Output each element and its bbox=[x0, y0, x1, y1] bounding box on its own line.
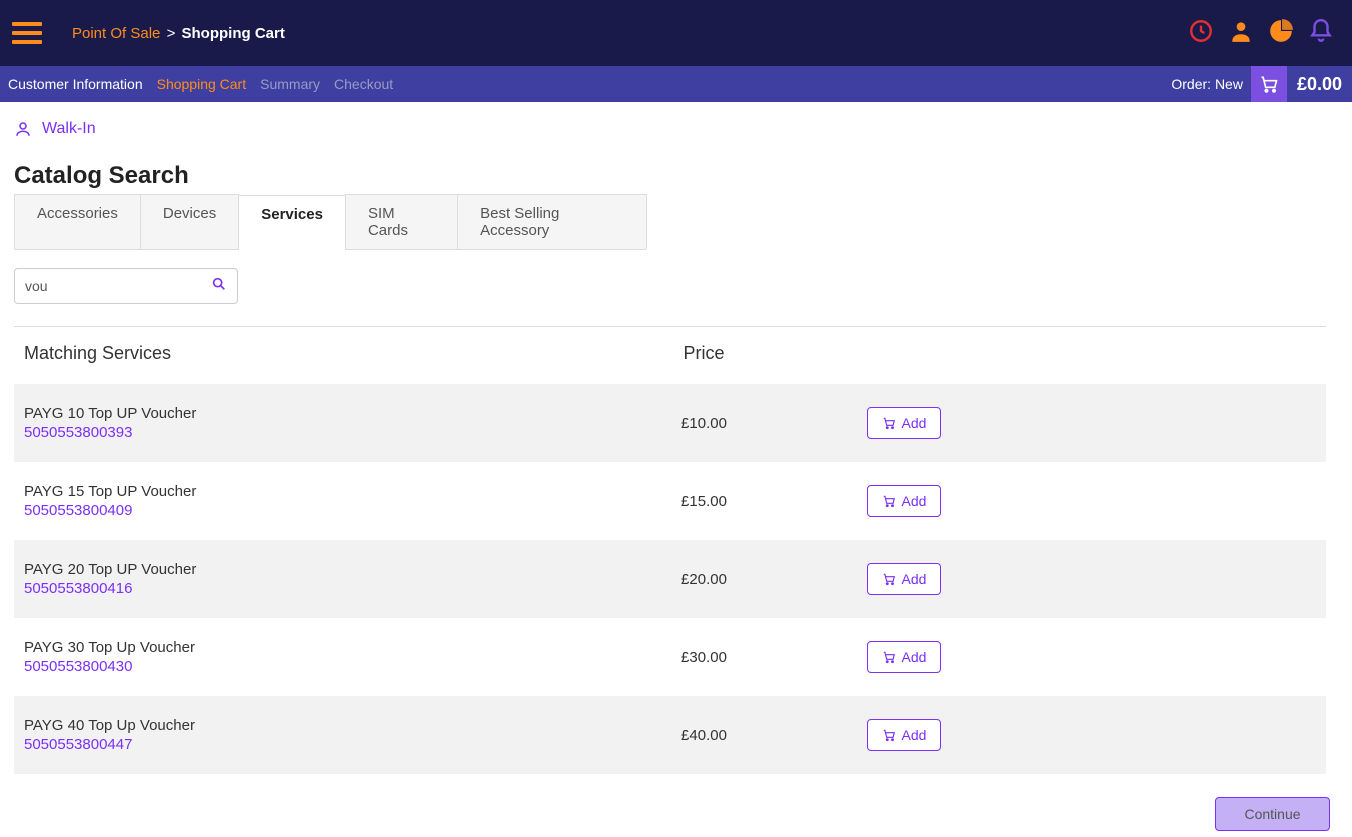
tab-accessories[interactable]: Accessories bbox=[14, 194, 141, 249]
tab-devices[interactable]: Devices bbox=[140, 194, 239, 249]
add-label: Add bbox=[902, 571, 927, 587]
tab-services[interactable]: Services bbox=[238, 195, 346, 250]
cart-icon bbox=[882, 494, 896, 508]
item-price: £10.00 bbox=[604, 415, 804, 432]
pie-chart-icon[interactable] bbox=[1268, 18, 1294, 49]
topbar-left: Point Of Sale > Shopping Cart bbox=[12, 17, 285, 49]
add-button[interactable]: Add bbox=[867, 407, 942, 439]
table-header: Matching Services Price bbox=[14, 327, 1326, 384]
subnav-steps: Customer Information Shopping Cart Summa… bbox=[8, 76, 393, 92]
item-price: £40.00 bbox=[604, 727, 804, 744]
item-action: Add bbox=[804, 485, 1004, 517]
item-price: £20.00 bbox=[604, 571, 804, 588]
add-label: Add bbox=[902, 493, 927, 509]
person-icon bbox=[14, 120, 32, 138]
add-button[interactable]: Add bbox=[867, 485, 942, 517]
top-bar: Point Of Sale > Shopping Cart bbox=[0, 0, 1352, 66]
table-row: PAYG 20 Top UP Voucher 5050553800416£20.0… bbox=[14, 540, 1326, 618]
item-sku-link[interactable]: 5050553800393 bbox=[24, 424, 604, 441]
table-row: PAYG 10 Top UP Voucher 5050553800393£10.0… bbox=[14, 384, 1326, 462]
item-name: PAYG 15 Top UP Voucher bbox=[24, 483, 604, 500]
breadcrumb-separator: > bbox=[167, 25, 176, 42]
th-price: Price bbox=[604, 343, 804, 364]
cart-total: £0.00 bbox=[1287, 74, 1352, 95]
subnav-customer-info[interactable]: Customer Information bbox=[8, 76, 143, 92]
add-label: Add bbox=[902, 415, 927, 431]
sub-nav: Customer Information Shopping Cart Summa… bbox=[0, 66, 1352, 102]
item-cell: PAYG 40 Top Up Voucher 5050553800447 bbox=[14, 717, 604, 753]
breadcrumb-current: Shopping Cart bbox=[182, 25, 285, 42]
catalog-title: Catalog Search bbox=[14, 162, 1326, 190]
item-sku-link[interactable]: 5050553800430 bbox=[24, 658, 604, 675]
search-icon[interactable] bbox=[211, 276, 227, 297]
order-label: Order: New bbox=[1171, 76, 1251, 92]
subnav-checkout: Checkout bbox=[334, 76, 393, 92]
cart-icon bbox=[882, 650, 896, 664]
user-icon[interactable] bbox=[1228, 18, 1254, 49]
topbar-right bbox=[1188, 18, 1334, 49]
item-action: Add bbox=[804, 407, 1004, 439]
subnav-right: Order: New £0.00 bbox=[1171, 66, 1352, 102]
add-label: Add bbox=[902, 727, 927, 743]
item-cell: PAYG 10 Top UP Voucher 5050553800393 bbox=[14, 405, 604, 441]
table-row: PAYG 40 Top Up Voucher 5050553800447£40.0… bbox=[14, 696, 1326, 774]
search-box bbox=[14, 268, 238, 304]
th-matching-services: Matching Services bbox=[14, 343, 604, 364]
cart-icon bbox=[882, 728, 896, 742]
content: Walk-In Catalog Search Accessories Devic… bbox=[0, 102, 1352, 837]
add-label: Add bbox=[902, 649, 927, 665]
bell-icon[interactable] bbox=[1308, 18, 1334, 49]
catalog-tabs: Accessories Devices Services SIM Cards B… bbox=[14, 194, 646, 250]
add-button[interactable]: Add bbox=[867, 563, 942, 595]
customer-name: Walk-In bbox=[42, 120, 96, 138]
item-name: PAYG 20 Top UP Voucher bbox=[24, 561, 604, 578]
item-name: PAYG 40 Top Up Voucher bbox=[24, 717, 604, 734]
tab-sim-cards[interactable]: SIM Cards bbox=[345, 194, 458, 249]
item-action: Add bbox=[804, 719, 1004, 751]
cart-icon[interactable] bbox=[1251, 66, 1287, 102]
table-row: PAYG 30 Top Up Voucher 5050553800430£30.0… bbox=[14, 618, 1326, 696]
item-price: £15.00 bbox=[604, 493, 804, 510]
clock-icon[interactable] bbox=[1188, 18, 1214, 49]
breadcrumb-parent[interactable]: Point Of Sale bbox=[72, 25, 160, 42]
item-price: £30.00 bbox=[604, 649, 804, 666]
item-sku-link[interactable]: 5050553800416 bbox=[24, 580, 604, 597]
tab-best-selling[interactable]: Best Selling Accessory bbox=[457, 194, 647, 249]
item-cell: PAYG 15 Top UP Voucher 5050553800409 bbox=[14, 483, 604, 519]
cart-icon bbox=[882, 416, 896, 430]
item-cell: PAYG 20 Top UP Voucher 5050553800416 bbox=[14, 561, 604, 597]
item-name: PAYG 10 Top UP Voucher bbox=[24, 405, 604, 422]
subnav-summary: Summary bbox=[260, 76, 320, 92]
item-name: PAYG 30 Top Up Voucher bbox=[24, 639, 604, 656]
scroll-area[interactable]: Walk-In Catalog Search Accessories Devic… bbox=[0, 102, 1340, 782]
search-input[interactable] bbox=[25, 278, 211, 294]
customer-link[interactable]: Walk-In bbox=[14, 120, 1326, 138]
cart-icon bbox=[882, 572, 896, 586]
hamburger-menu-icon[interactable] bbox=[12, 17, 42, 49]
item-cell: PAYG 30 Top Up Voucher 5050553800430 bbox=[14, 639, 604, 675]
item-sku-link[interactable]: 5050553800447 bbox=[24, 736, 604, 753]
continue-button[interactable]: Continue bbox=[1215, 797, 1330, 831]
add-button[interactable]: Add bbox=[867, 641, 942, 673]
item-sku-link[interactable]: 5050553800409 bbox=[24, 502, 604, 519]
item-action: Add bbox=[804, 563, 1004, 595]
table-row: PAYG 15 Top UP Voucher 5050553800409£15.0… bbox=[14, 462, 1326, 540]
item-action: Add bbox=[804, 641, 1004, 673]
results-table: PAYG 10 Top UP Voucher 5050553800393£10.0… bbox=[14, 384, 1326, 782]
subnav-shopping-cart[interactable]: Shopping Cart bbox=[157, 76, 247, 92]
table-row: PAYG 50 Top Up Voucher5050553800454£50.0… bbox=[14, 774, 1326, 782]
breadcrumb: Point Of Sale > Shopping Cart bbox=[72, 25, 285, 42]
add-button[interactable]: Add bbox=[867, 719, 942, 751]
